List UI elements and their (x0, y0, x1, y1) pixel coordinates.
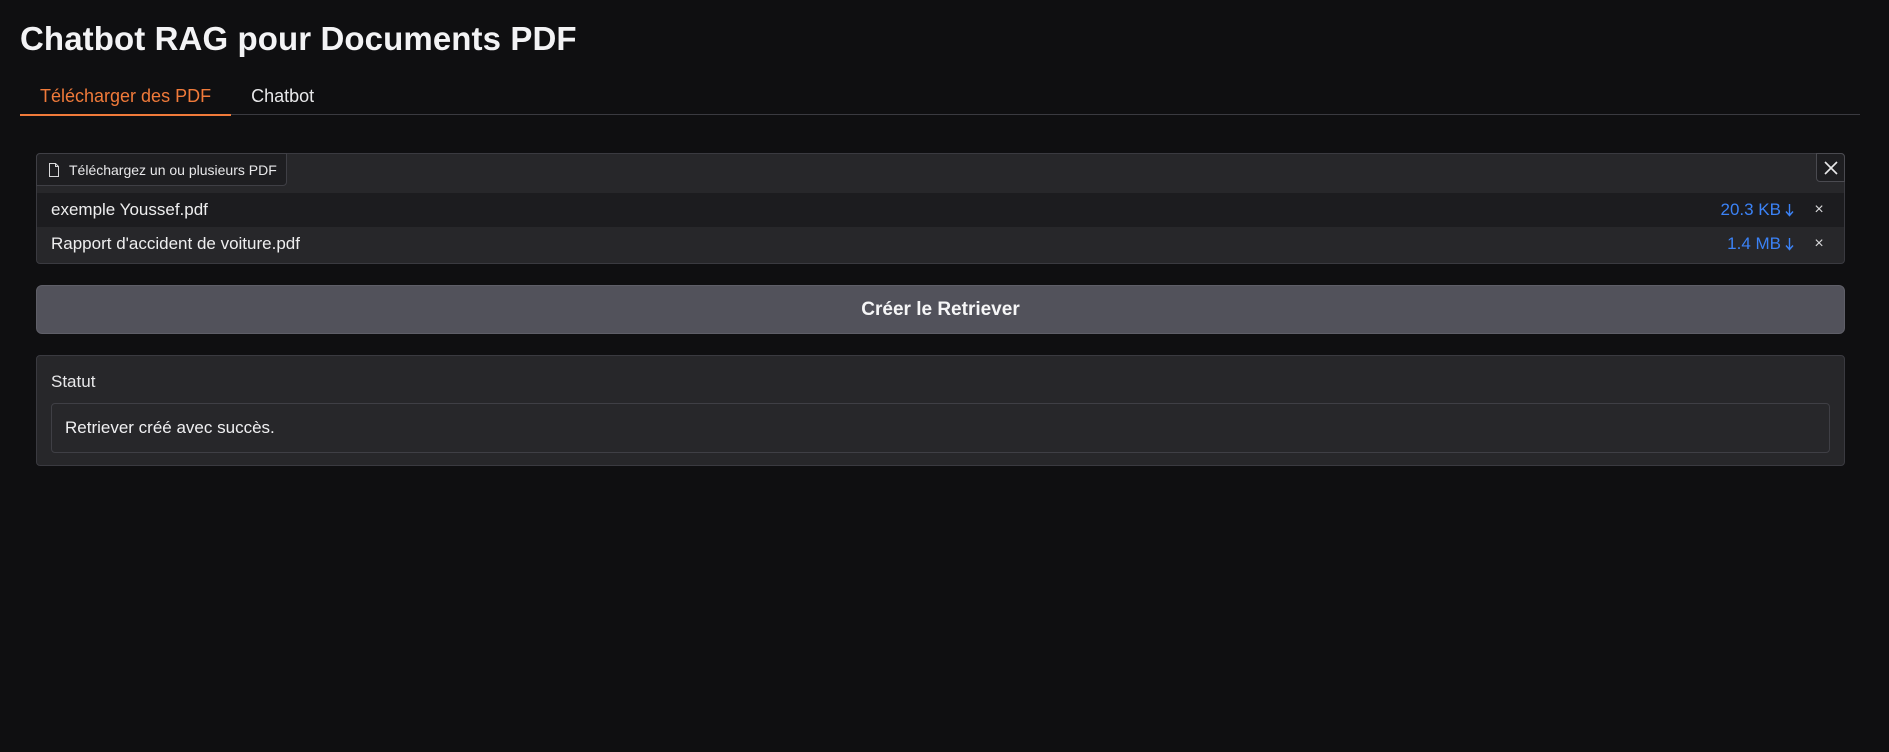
file-icon (48, 162, 60, 177)
file-row: Rapport d'accident de voiture.pdf 1.4 MB… (37, 227, 1844, 261)
status-panel: Statut Retriever créé avec succès. (36, 355, 1845, 466)
file-download-link[interactable]: 20.3 KB (1721, 200, 1795, 220)
clear-files-button[interactable] (1816, 153, 1845, 182)
remove-file-button[interactable]: × (1794, 235, 1844, 253)
status-label: Statut (51, 372, 96, 391)
file-size: 1.4 MB (1727, 234, 1781, 253)
status-output-field[interactable]: Retriever créé avec succès. (51, 403, 1830, 453)
file-row: exemple Youssef.pdf 20.3 KB × (37, 193, 1844, 227)
app-root: Chatbot RAG pour Documents PDF Télécharg… (0, 0, 1889, 752)
file-name: exemple Youssef.pdf (51, 200, 208, 219)
pdf-upload-panel[interactable]: Téléchargez un ou plusieurs PDF exemple … (36, 153, 1845, 264)
upload-label: Téléchargez un ou plusieurs PDF (36, 153, 287, 186)
file-download-link[interactable]: 1.4 MB (1727, 234, 1794, 254)
file-name: Rapport d'accident de voiture.pdf (51, 234, 300, 253)
create-retriever-button[interactable]: Créer le Retriever (36, 285, 1845, 334)
tab-bar: Télécharger des PDF Chatbot (20, 84, 1860, 116)
close-icon (1823, 160, 1838, 175)
uploaded-file-list: exemple Youssef.pdf 20.3 KB × Rapport d'… (37, 193, 1844, 261)
tab-upload-pdf[interactable]: Télécharger des PDF (20, 84, 232, 116)
tab-chatbot[interactable]: Chatbot (231, 84, 334, 115)
download-arrow-icon (1785, 238, 1794, 251)
remove-file-button[interactable]: × (1794, 201, 1844, 219)
file-size: 20.3 KB (1720, 200, 1782, 219)
page-title: Chatbot RAG pour Documents PDF (20, 20, 577, 57)
download-arrow-icon (1785, 204, 1794, 217)
upload-label-text: Téléchargez un ou plusieurs PDF (69, 161, 277, 178)
